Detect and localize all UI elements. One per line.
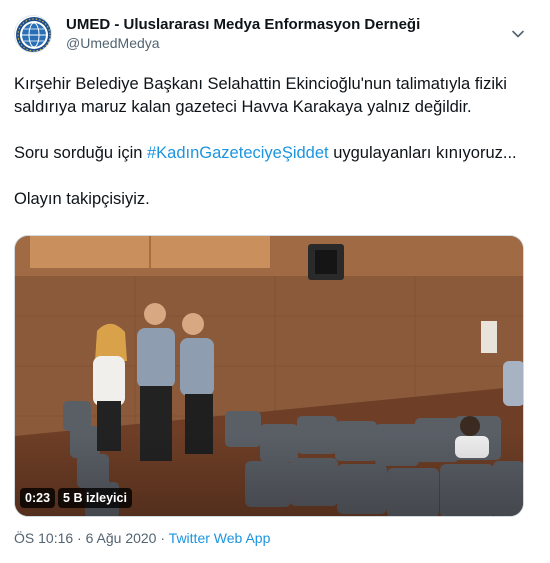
chevron-down-icon bbox=[512, 30, 524, 38]
tweet-source-link[interactable]: Twitter Web App bbox=[169, 530, 271, 546]
tweet-metadata: ÖS 10:16 · 6 Ağu 2020 · Twitter Web App bbox=[14, 530, 270, 546]
hashtag-link[interactable]: #KadınGazeteciyeŞiddet bbox=[147, 144, 329, 162]
more-options-button[interactable] bbox=[506, 22, 530, 46]
author-name[interactable]: UMED - Uluslararası Medya Enformasyon De… bbox=[66, 16, 420, 33]
tweet-text-span: Soru sorduğu için bbox=[14, 144, 147, 162]
video-player[interactable] bbox=[14, 235, 524, 517]
video-duration: 0:23 bbox=[20, 488, 56, 508]
umed-logo-icon bbox=[16, 17, 51, 52]
tweet-card: UMED - Uluslararası Medya Enformasyon De… bbox=[0, 0, 550, 563]
tweet-text-span: uygulayanları kınıyoruz... bbox=[328, 144, 517, 162]
tweet-text: Kırşehir Belediye Başkanı Selahattin Eki… bbox=[14, 73, 534, 234]
video-badges: 0:23 5 B izleyici bbox=[20, 488, 132, 508]
meta-separator: · bbox=[156, 530, 169, 546]
tweet-date[interactable]: 6 Ağu 2020 bbox=[86, 530, 157, 546]
avatar[interactable] bbox=[14, 15, 52, 53]
author-handle[interactable]: @UmedMedya bbox=[66, 35, 160, 51]
meta-separator: · bbox=[73, 530, 86, 546]
tweet-paragraph: Olayın takipçisiyiz. bbox=[14, 190, 150, 208]
video-thumbnail bbox=[15, 236, 523, 516]
tweet-paragraph: Kırşehir Belediye Başkanı Selahattin Eki… bbox=[14, 75, 507, 116]
tweet-time[interactable]: ÖS 10:16 bbox=[14, 530, 73, 546]
tweet-paragraph: Soru sorduğu için #KadınGazeteciyeŞiddet… bbox=[14, 142, 534, 165]
video-view-count: 5 B izleyici bbox=[58, 488, 132, 508]
